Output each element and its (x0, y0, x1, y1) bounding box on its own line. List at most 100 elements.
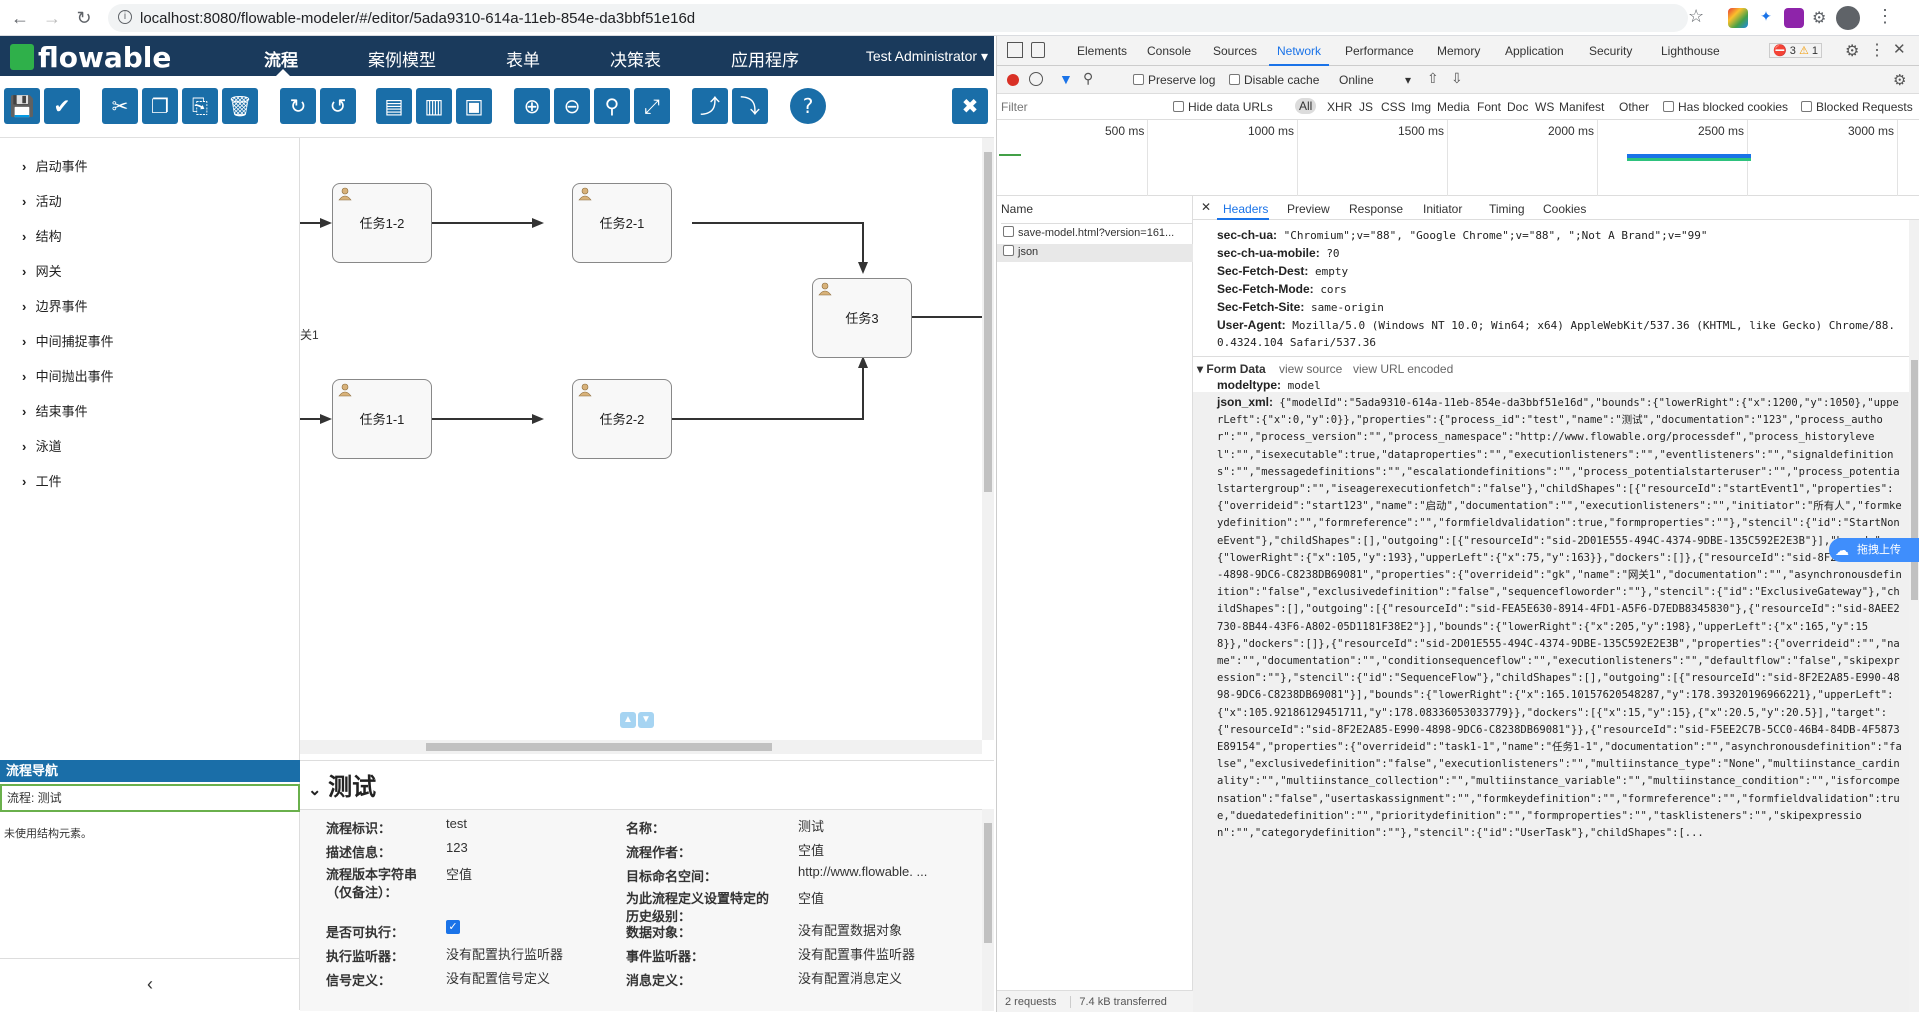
same-size-icon[interactable]: ▣ (456, 88, 492, 124)
palette-group-swimlanes[interactable]: › 泳道 (22, 436, 62, 455)
user-menu[interactable]: Test Administrator ▾ (866, 48, 988, 65)
tab-elements[interactable]: Elements (1077, 44, 1127, 58)
palette-group-start-events[interactable]: › 启动事件 (22, 156, 88, 175)
tab-lighthouse[interactable]: Lighthouse (1661, 44, 1720, 58)
prop-value[interactable]: 没有配置消息定义 (798, 968, 902, 987)
palette-group-activities[interactable]: › 活动 (22, 191, 62, 210)
properties-scrollbar[interactable] (982, 809, 994, 1011)
import-har-icon[interactable]: ⇧ (1427, 70, 1439, 87)
preserve-log-checkbox[interactable]: Preserve log (1133, 73, 1215, 87)
close-editor-icon[interactable]: ✖ (952, 88, 988, 124)
request-row-selected[interactable]: json (997, 244, 1193, 262)
type-filter-js[interactable]: JS (1359, 100, 1373, 114)
extension-icon[interactable] (1728, 8, 1748, 28)
subtab-timing[interactable]: Timing (1489, 202, 1525, 216)
close-details-icon[interactable]: ✕ (1201, 200, 1211, 214)
nav-process[interactable]: 流程 (264, 46, 298, 71)
forward-icon[interactable]: → (40, 6, 64, 30)
drag-upload-widget[interactable]: ☁ 拖拽上传 (1829, 538, 1919, 562)
nav-case-model[interactable]: 案例模型 (368, 46, 436, 71)
align-vertical-icon[interactable]: ▥ (416, 88, 452, 124)
sequence-flow[interactable] (862, 222, 864, 262)
prop-value[interactable]: 空值 (798, 840, 824, 859)
bookmark-star-icon[interactable]: ☆ (1688, 6, 1704, 27)
sequence-flow[interactable] (912, 316, 982, 318)
scrollbar-thumb[interactable] (984, 823, 992, 943)
reload-icon[interactable]: ↻ (72, 6, 96, 30)
nav-apps[interactable]: 应用程序 (731, 46, 799, 71)
user-task[interactable]: 任务1-1 (332, 379, 432, 459)
user-task[interactable]: 任务2-2 (572, 379, 672, 459)
throttle-select[interactable]: Online ▾ (1339, 73, 1411, 87)
name-column-header[interactable]: Name (1001, 202, 1193, 224)
canvas-vertical-scrollbar[interactable] (982, 138, 994, 740)
cut-icon[interactable]: ✂ (102, 88, 138, 124)
type-filter-all[interactable]: All (1295, 98, 1317, 114)
flowable-logo[interactable]: flowable (10, 41, 171, 74)
process-canvas[interactable]: 关1 任务1-2 任务2-1 任务3 任务1-1 任务2-2 (300, 138, 982, 740)
palette-group-structural[interactable]: › 结构 (22, 226, 62, 245)
palette-group-boundary-events[interactable]: › 边界事件 (22, 296, 88, 315)
network-settings-gear-icon[interactable]: ⚙ (1893, 71, 1906, 89)
hide-data-urls-checkbox[interactable]: Hide data URLs (1173, 100, 1273, 114)
palette-group-artifacts[interactable]: › 工件 (22, 471, 62, 490)
has-blocked-cookies-checkbox[interactable]: Has blocked cookies (1663, 100, 1788, 114)
filter-input[interactable] (1001, 97, 1161, 117)
subtab-initiator[interactable]: Initiator (1423, 202, 1462, 216)
type-filter-css[interactable]: CSS (1381, 100, 1406, 114)
user-task[interactable]: 任务3 (812, 278, 912, 358)
prop-value[interactable]: 123 (446, 840, 468, 855)
record-icon[interactable] (1007, 74, 1019, 86)
tab-network[interactable]: Network (1277, 44, 1321, 58)
settings-gear-icon[interactable]: ⚙ (1845, 41, 1859, 61)
details-scrollbar[interactable] (1909, 220, 1919, 1012)
undo-icon[interactable]: ↺ (320, 88, 356, 124)
profile-avatar[interactable] (1836, 6, 1860, 30)
info-icon[interactable]: i (118, 10, 132, 24)
copy-icon[interactable]: ❐ (142, 88, 178, 124)
nav-forms[interactable]: 表单 (506, 46, 540, 71)
devtools-menu-icon[interactable]: ⋮ (1869, 40, 1885, 60)
subtab-response[interactable]: Response (1349, 202, 1403, 216)
view-url-encoded-link[interactable]: view URL encoded (1353, 362, 1453, 376)
save-icon[interactable]: 💾 (4, 88, 40, 124)
palette-group-catch-events[interactable]: › 中间捕捉事件 (22, 331, 114, 350)
collapse-chevron-left-icon[interactable]: ‹ (0, 958, 300, 1010)
back-icon[interactable]: ← (8, 6, 32, 30)
redo-icon[interactable]: ↻ (280, 88, 316, 124)
prop-value[interactable]: 空值 (798, 888, 824, 907)
export-har-icon[interactable]: ⇩ (1451, 70, 1463, 87)
validate-icon[interactable]: ✔ (44, 88, 80, 124)
browser-menu-icon[interactable]: ⋮ (1876, 6, 1894, 27)
user-task[interactable]: 任务2-1 (572, 183, 672, 263)
disable-cache-checkbox[interactable]: Disable cache (1229, 73, 1319, 87)
scrollbar-thumb[interactable] (426, 743, 772, 751)
prop-value[interactable]: 没有配置信号定义 (446, 968, 550, 987)
inspect-element-icon[interactable] (1007, 42, 1023, 58)
type-filter-doc[interactable]: Doc (1507, 100, 1528, 114)
palette-group-throw-events[interactable]: › 中间抛出事件 (22, 366, 114, 385)
properties-title[interactable]: ⌄ 测试 (308, 767, 376, 802)
type-filter-manifest[interactable]: Manifest (1559, 100, 1604, 114)
prop-value[interactable]: 没有配置执行监听器 (446, 944, 563, 963)
prop-value[interactable]: 空值 (446, 864, 472, 883)
issues-badge[interactable]: ⛔ 3 ⚠ 1 (1769, 43, 1823, 58)
filter-icon[interactable]: ▼ (1059, 71, 1073, 87)
sequence-flow[interactable] (432, 222, 536, 224)
user-task[interactable]: 任务1-2 (332, 183, 432, 263)
prop-value[interactable]: 没有配置事件监听器 (798, 944, 915, 963)
tab-application[interactable]: Application (1505, 44, 1564, 58)
align-horizontal-icon[interactable]: ▤ (376, 88, 412, 124)
network-overview-timeline[interactable]: 500 ms 1000 ms 1500 ms 2000 ms 2500 ms 3… (997, 120, 1919, 196)
sequence-flow[interactable] (692, 222, 864, 224)
zoom-in-icon[interactable]: ⊕ (514, 88, 550, 124)
device-toolbar-icon[interactable] (1031, 42, 1045, 58)
sequence-flow[interactable] (432, 418, 536, 420)
type-filter-font[interactable]: Font (1477, 100, 1501, 114)
scrollbar-thumb[interactable] (1911, 360, 1918, 600)
zoom-actual-icon[interactable]: ⚲ (594, 88, 630, 124)
request-row[interactable]: save-model.html?version=161... (1003, 226, 1174, 239)
sequence-flow[interactable] (672, 418, 864, 420)
url-text[interactable]: localhost:8080/flowable-modeler/#/editor… (140, 10, 695, 27)
search-icon[interactable]: ⚲ (1083, 70, 1093, 87)
